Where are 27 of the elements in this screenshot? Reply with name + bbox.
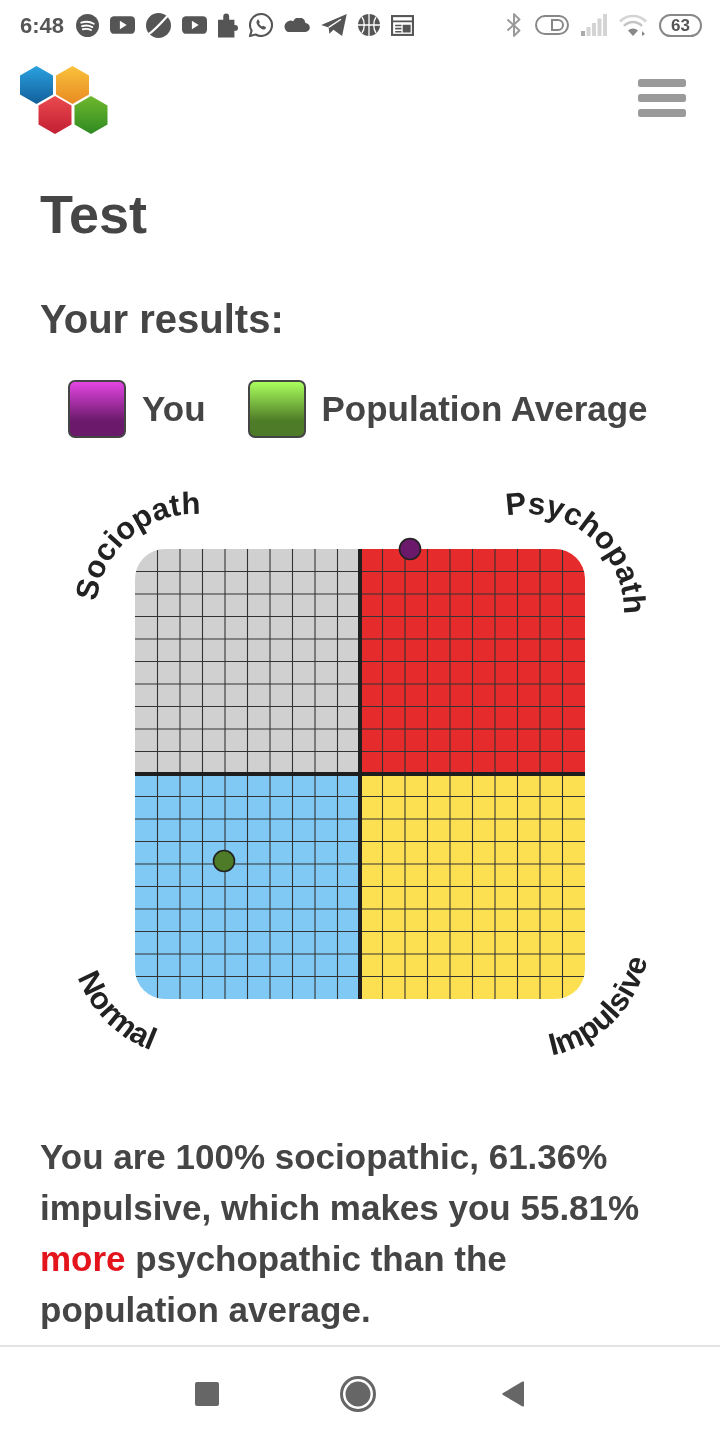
- recent-apps-icon[interactable]: [195, 1381, 219, 1406]
- cloud-icon: [284, 18, 311, 32]
- average-data-point: [212, 849, 236, 873]
- results-heading: Your results:: [40, 296, 285, 343]
- menu-icon[interactable]: [638, 79, 686, 119]
- back-icon[interactable]: [502, 1380, 525, 1407]
- play-button-icon: [110, 16, 136, 34]
- signal-bars-icon: [581, 14, 608, 36]
- home-icon[interactable]: [340, 1375, 376, 1412]
- legend-label: Population Average: [321, 388, 648, 430]
- puzzle-piece-icon: [218, 12, 239, 38]
- phone-chat-icon: [249, 13, 274, 37]
- paper-plane-icon: [321, 14, 348, 36]
- result-summary: You are 100% sociopathic, 61.36% impulsive, which makes you 55.81% more psychopathic than the population average.: [40, 1136, 641, 1331]
- toggle-icon: [535, 15, 570, 35]
- clock-time: 6:48: [20, 11, 65, 40]
- slashed-circle-icon: [146, 12, 172, 38]
- basketball-icon: [358, 14, 381, 36]
- hexagon-logo-icon[interactable]: [18, 65, 110, 135]
- legend-label: You: [142, 388, 206, 430]
- play-button-icon: [182, 16, 208, 34]
- circle-waves-icon: [76, 13, 100, 37]
- battery-indicator: 63: [659, 13, 702, 37]
- newspaper-icon: [391, 14, 415, 36]
- page-title: Test: [40, 183, 149, 246]
- you-data-point: [398, 537, 422, 561]
- wifi-icon: [619, 14, 648, 36]
